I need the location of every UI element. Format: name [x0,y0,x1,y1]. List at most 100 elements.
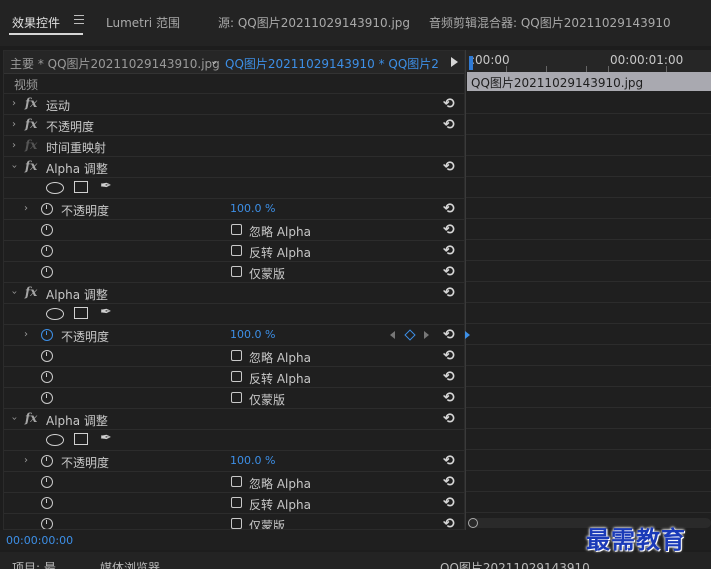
fx-icon[interactable]: fx [25,159,37,173]
pen-mask-icon[interactable]: ✒ [100,178,112,194]
reset-icon[interactable]: ⟲ [443,327,455,343]
tab-sequence[interactable]: QQ图片20211029143910 [440,559,590,569]
twirl-icon[interactable]: › [24,455,28,466]
reset-icon[interactable]: ⟲ [443,264,455,280]
param-row-mask-only[interactable]: 仅蒙版 ⟲ [4,388,464,409]
rectangle-mask-icon[interactable] [74,307,88,319]
param-row-invert-alpha[interactable]: 反转 Alpha ⟲ [4,367,464,388]
stopwatch-icon[interactable] [41,266,53,278]
ignore-alpha-checkbox[interactable] [231,350,242,361]
time-ruler[interactable]: :00:00 00:00:01:00 [466,50,711,72]
reset-icon[interactable]: ⟲ [443,474,455,490]
opacity-value[interactable]: 100.0 % [230,328,275,341]
param-row-ignore-alpha[interactable]: 忽略 Alpha ⟲ [4,346,464,367]
reset-icon[interactable]: ⟲ [443,453,455,469]
panel-menu-icon[interactable] [74,15,84,25]
tab-project[interactable]: 项目: 最 [12,559,56,569]
tab-audio-clip-mixer[interactable]: 音频剪辑混合器: QQ图片20211029143910 [429,14,671,31]
fx-icon[interactable]: fx [25,96,37,110]
reset-icon[interactable]: ⟲ [443,390,455,406]
param-row-opacity[interactable]: › 不透明度 100.0 % ⟲ [4,451,464,472]
stopwatch-icon[interactable] [41,329,53,341]
reset-icon[interactable]: ⟲ [443,201,455,217]
playhead[interactable] [469,56,473,70]
reset-icon[interactable]: ⟲ [443,285,455,301]
chevron-down-icon[interactable]: ⌄ [210,56,218,67]
fx-icon[interactable]: fx [25,411,37,425]
twirl-icon[interactable]: › [12,140,16,151]
stopwatch-icon[interactable] [41,476,53,488]
twirl-icon[interactable]: › [9,417,20,421]
effect-row-time-remap[interactable]: › fx 时间重映射 [4,136,464,157]
invert-alpha-checkbox[interactable] [231,497,242,508]
rectangle-mask-icon[interactable] [74,433,88,445]
reset-icon[interactable]: ⟲ [443,96,455,112]
reset-icon[interactable]: ⟲ [443,411,455,427]
current-timecode[interactable]: 00:00:00:00 [6,534,73,547]
effect-row-opacity[interactable]: › fx 不透明度 ⟲ [4,115,464,136]
ignore-alpha-checkbox[interactable] [231,476,242,487]
previous-keyframe-icon[interactable] [390,331,395,339]
mask-only-checkbox[interactable] [231,518,242,529]
effect-row-alpha-adjust-1[interactable]: › fx Alpha 调整 ⟲ [4,157,464,178]
param-row-mask-only[interactable]: 仅蒙版 ⟲ [4,514,464,529]
tab-lumetri-scopes[interactable]: Lumetri 范围 [106,14,180,31]
stopwatch-icon[interactable] [41,497,53,509]
reset-icon[interactable]: ⟲ [443,348,455,364]
param-row-opacity[interactable]: › 不透明度 100.0 % ⟲ [4,199,464,220]
twirl-icon[interactable]: › [24,203,28,214]
invert-alpha-checkbox[interactable] [231,245,242,256]
effect-row-alpha-adjust-2[interactable]: › fx Alpha 调整 ⟲ [4,283,464,304]
stopwatch-icon[interactable] [41,224,53,236]
mask-only-checkbox[interactable] [231,392,242,403]
stopwatch-icon[interactable] [41,392,53,404]
mask-only-checkbox[interactable] [231,266,242,277]
param-row-ignore-alpha[interactable]: 忽略 Alpha ⟲ [4,220,464,241]
reset-icon[interactable]: ⟲ [443,159,455,175]
reset-icon[interactable]: ⟲ [443,516,455,529]
reset-icon[interactable]: ⟲ [443,495,455,511]
ellipse-mask-icon[interactable] [46,434,64,446]
ellipse-mask-icon[interactable] [46,182,64,194]
stopwatch-icon[interactable] [41,518,53,529]
param-row-ignore-alpha[interactable]: 忽略 Alpha ⟲ [4,472,464,493]
play-icon[interactable] [451,57,458,67]
effect-row-alpha-adjust-3[interactable]: › fx Alpha 调整 ⟲ [4,409,464,430]
param-row-invert-alpha[interactable]: 反转 Alpha ⟲ [4,241,464,262]
stopwatch-icon[interactable] [41,371,53,383]
twirl-icon[interactable]: › [9,165,20,169]
tab-media-browser[interactable]: 媒体浏览器 [100,559,160,569]
reset-icon[interactable]: ⟲ [443,243,455,259]
keyframe-marker-icon[interactable] [465,331,470,339]
effect-row-motion[interactable]: › fx 运动 ⟲ [4,94,464,115]
zoom-handle[interactable] [468,518,478,528]
twirl-icon[interactable]: › [12,98,16,109]
tab-effect-controls[interactable]: 效果控件 [12,14,60,31]
twirl-icon[interactable]: › [12,119,16,130]
opacity-value[interactable]: 100.0 % [230,202,275,215]
twirl-icon[interactable]: › [24,329,28,340]
fx-icon[interactable]: fx [25,285,37,299]
param-row-mask-only[interactable]: 仅蒙版 ⟲ [4,262,464,283]
pen-mask-icon[interactable]: ✒ [100,430,112,446]
ellipse-mask-icon[interactable] [46,308,64,320]
stopwatch-icon[interactable] [41,203,53,215]
ignore-alpha-checkbox[interactable] [231,224,242,235]
stopwatch-icon[interactable] [41,455,53,467]
sequence-clip-label[interactable]: QQ图片20211029143910 * QQ图片2... [225,55,439,72]
reset-icon[interactable]: ⟲ [443,369,455,385]
stopwatch-icon[interactable] [41,245,53,257]
next-keyframe-icon[interactable] [424,331,429,339]
clip-bar[interactable]: QQ图片20211029143910.jpg [467,72,711,91]
add-keyframe-icon[interactable] [404,329,416,341]
twirl-icon[interactable]: › [9,291,20,295]
reset-icon[interactable]: ⟲ [443,117,455,133]
tab-source-monitor[interactable]: 源: QQ图片20211029143910.jpg [218,14,410,31]
param-row-opacity[interactable]: › 不透明度 100.0 % ⟲ [4,325,464,346]
fx-icon[interactable]: fx [25,117,37,131]
param-row-invert-alpha[interactable]: 反转 Alpha ⟲ [4,493,464,514]
invert-alpha-checkbox[interactable] [231,371,242,382]
reset-icon[interactable]: ⟲ [443,222,455,238]
opacity-value[interactable]: 100.0 % [230,454,275,467]
rectangle-mask-icon[interactable] [74,181,88,193]
